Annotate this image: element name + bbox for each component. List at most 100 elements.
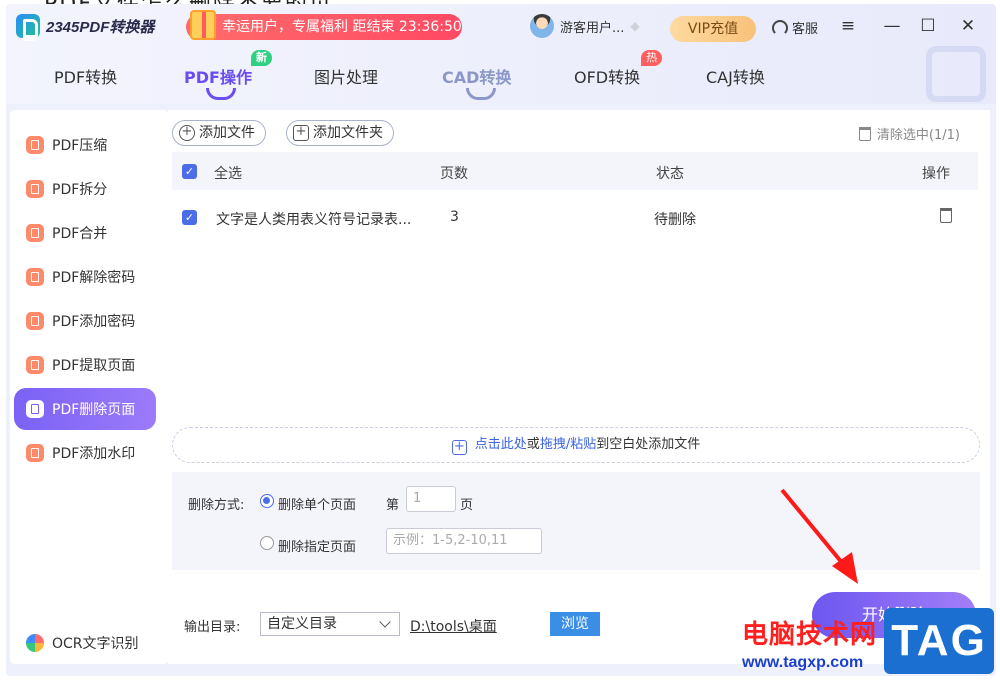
tab-image-processing[interactable]: 图片处理 (314, 64, 378, 88)
tab-pdf-convert[interactable]: PDF转换 (54, 64, 117, 88)
sidebar-item-add-watermark[interactable]: PDF添加水印 (14, 432, 156, 474)
maximize-icon[interactable]: ☐ (918, 16, 938, 36)
sidebar-item-ocr[interactable]: OCR文字识别 (14, 622, 156, 664)
sidebar-item-label: PDF解除密码 (52, 270, 136, 286)
split-icon (26, 180, 44, 198)
new-badge: 新 (250, 50, 272, 66)
vip-recharge-button[interactable]: VIP充值 (670, 16, 756, 42)
table-row[interactable]: ✓ 文字是人类用表义符号记录表... 3 待删除 (172, 198, 978, 236)
app-logo: 2345PDF转换器 (16, 14, 155, 41)
sidebar-item-compress[interactable]: PDF压缩 (14, 124, 156, 166)
merge-icon (26, 224, 44, 242)
sidebar-item-delete-pages[interactable]: PDF删除页面 (14, 388, 156, 430)
trash-icon (858, 126, 871, 141)
status-header: 状态 (656, 166, 684, 182)
tab-pdf-operations[interactable]: PDF操作 新 (184, 50, 272, 100)
delete-row-icon[interactable] (940, 208, 952, 223)
headset-icon (772, 19, 788, 36)
unlock-icon (26, 268, 44, 286)
site-watermark-url: www.tagxp.com (742, 654, 864, 671)
table-header: ✓ 全选 页数 状态 操作 (172, 152, 978, 190)
page-count: 3 (450, 209, 459, 225)
lock-icon (26, 312, 44, 330)
customer-service-button[interactable]: 客服 (772, 18, 818, 37)
title-bar: 2345PDF转换器 幸运用户，专属福利 距结束 23:36:50 游客用户..… (6, 4, 996, 104)
output-path-link[interactable]: D:\tools\桌面 (410, 616, 497, 636)
file-name: 文字是人类用表义符号记录表... (216, 212, 412, 228)
hot-badge: 热 (641, 50, 663, 66)
page-prefix: 第 (386, 498, 400, 513)
delete-method-label: 删除方式: (188, 498, 245, 513)
tab-label: CAJ转换 (706, 68, 765, 87)
logo-text: 2345PDF转换器 (46, 18, 155, 36)
single-page-radio[interactable] (260, 494, 274, 508)
dropzone-rest: 到空白处添加文件 (596, 437, 701, 452)
action-header: 操作 (922, 166, 950, 182)
output-dir-select[interactable]: 自定义目录 (260, 612, 400, 636)
avatar (530, 14, 554, 38)
user-info[interactable]: 游客用户... ◆ (530, 14, 640, 38)
clear-selected-label: 清除选中(1/1) (876, 128, 960, 143)
extract-icon (26, 356, 44, 374)
tab-label: CAD转换 (442, 68, 512, 87)
tab-label: OFD转换 (574, 68, 641, 87)
sidebar-item-add-password[interactable]: PDF添加密码 (14, 300, 156, 342)
tab-cad-convert[interactable]: CAD转换 (442, 64, 512, 100)
menu-icon[interactable]: ≡ (838, 16, 858, 36)
sidebar-item-split[interactable]: PDF拆分 (14, 168, 156, 210)
delete-options-panel: 删除方式: 删除单个页面 第 1 页 删除指定页面 示例：1-5,2-10,11 (172, 472, 980, 570)
close-icon[interactable]: ✕ (958, 16, 978, 36)
tab-ofd-convert[interactable]: OFD转换热 (574, 50, 663, 88)
compress-icon (26, 136, 44, 154)
plus-square-icon: + (451, 440, 467, 455)
select-all-checkbox[interactable]: ✓ (182, 164, 197, 179)
add-file-button[interactable]: + 添加文件 (172, 120, 266, 146)
sidebar-item-extract-pages[interactable]: PDF提取页面 (14, 344, 156, 386)
specified-pages-label[interactable]: 删除指定页面 (278, 536, 356, 555)
click-here-link[interactable]: 点击此处 (475, 437, 527, 452)
tab-label: PDF转换 (54, 68, 118, 87)
browse-button[interactable]: 浏览 (550, 612, 600, 636)
tab-caj-convert[interactable]: CAJ转换 (706, 64, 765, 88)
tab-label: 图片处理 (314, 68, 379, 87)
clear-selected-button[interactable]: 清除选中(1/1) (858, 124, 960, 143)
add-file-label: 添加文件 (199, 125, 255, 141)
tab-label: PDF操作 (184, 68, 252, 87)
minimize-icon[interactable]: — (882, 16, 902, 36)
user-name: 游客用户... (560, 20, 625, 36)
sidebar-item-merge[interactable]: PDF合并 (14, 212, 156, 254)
sidebar-item-label: PDF合并 (52, 226, 108, 242)
service-label: 客服 (792, 22, 819, 37)
sidebar-item-remove-password[interactable]: PDF解除密码 (14, 256, 156, 298)
add-folder-button[interactable]: + 添加文件夹 (286, 120, 394, 146)
page-range-input[interactable]: 示例：1-5,2-10,11 (386, 528, 542, 554)
output-dir-label: 输出目录: (184, 620, 241, 635)
row-checkbox[interactable]: ✓ (182, 210, 197, 225)
trash-icon (26, 400, 44, 418)
page-number-input[interactable]: 1 (406, 486, 456, 512)
site-watermark-cn: 电脑技术网 (742, 620, 878, 650)
drop-zone[interactable]: + 点击此处或拖拽/粘贴到空白处添加文件 (172, 427, 980, 463)
tag-logo: TAG (884, 608, 994, 674)
single-page-label[interactable]: 删除单个页面 (278, 494, 356, 513)
sidebar-item-label: PDF拆分 (52, 182, 108, 198)
page-suffix: 页 (460, 498, 474, 513)
sidebar-item-label: PDF删除页面 (52, 402, 136, 418)
plus-square-icon: + (293, 125, 309, 141)
promo-banner[interactable]: 幸运用户，专属福利 距结束 23:36:50 (186, 10, 462, 40)
sidebar: PDF压缩 PDF拆分 PDF合并 PDF解除密码 PDF添加密码 PDF提取页… (10, 110, 168, 664)
pages-header: 页数 (440, 166, 468, 182)
file-status: 待删除 (654, 212, 696, 228)
select-all-label: 全选 (214, 166, 242, 182)
sidebar-item-label: PDF添加水印 (52, 446, 136, 462)
ocr-icon (26, 634, 44, 652)
main-tabs: PDF转换 PDF操作 新 图片处理 CAD转换 OFD转换热 CAJ转换 (6, 50, 996, 102)
watermark-icon (26, 444, 44, 462)
sidebar-item-label: PDF添加密码 (52, 314, 136, 330)
sidebar-item-label: OCR文字识别 (52, 636, 139, 652)
diamond-icon: ◆ (630, 19, 640, 33)
specified-pages-radio[interactable] (260, 536, 274, 550)
logo-icon (16, 14, 40, 41)
plus-circle-icon: + (179, 125, 195, 141)
sidebar-item-label: PDF提取页面 (52, 358, 136, 374)
